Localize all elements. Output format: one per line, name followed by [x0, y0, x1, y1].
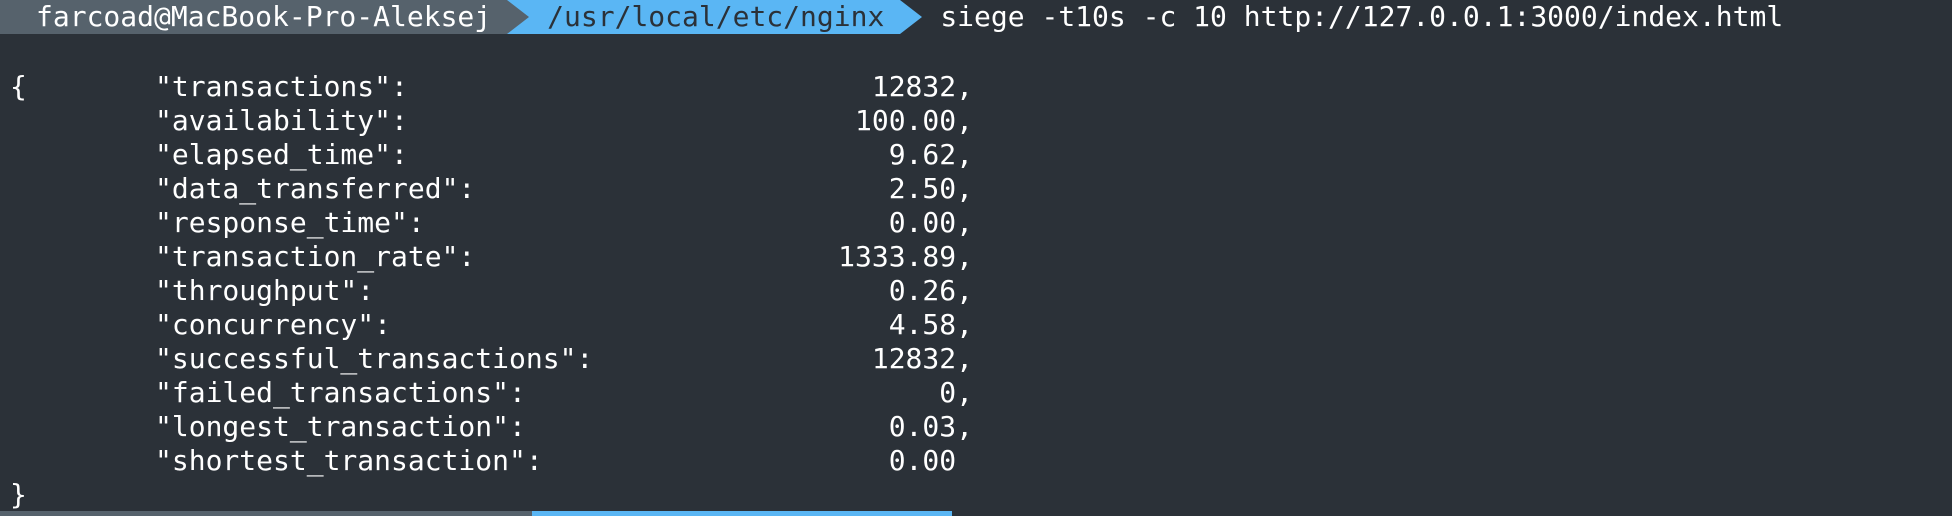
prompt-separator-arrow-icon — [507, 0, 530, 34]
next-prompt-path-segment — [532, 511, 952, 516]
output-key: "shortest_transaction": — [155, 444, 543, 477]
output-value: 0, — [939, 376, 973, 409]
output-value: 1333.89, — [838, 240, 973, 273]
output-value: 0.00 — [888, 444, 973, 477]
output-key: "throughput": — [155, 274, 375, 307]
output-key: "concurrency": — [155, 308, 392, 341]
prompt-user-cap — [0, 0, 10, 34]
output-row: "longest_transaction": 0.03, — [155, 410, 973, 444]
output-key: "elapsed_time": — [155, 138, 408, 171]
prompt-path: /usr/local/etc/nginx — [547, 0, 885, 33]
output-row: "elapsed_time": 9.62, — [155, 138, 973, 172]
output-key: "availability": — [155, 104, 408, 137]
output-row: "throughput": 0.26, — [155, 274, 973, 308]
output-row: "concurrency": 4.58, — [155, 308, 973, 342]
output-key: "transactions": — [155, 70, 408, 103]
command-text[interactable]: siege -t10s -c 10 http://127.0.0.1:3000/… — [940, 0, 1783, 34]
output-key: "response_time": — [155, 206, 425, 239]
json-close-brace: } — [10, 478, 27, 511]
output-value: 9.62, — [888, 138, 973, 171]
output-value: 12832, — [871, 342, 973, 375]
output-row: "availability": 100.00, — [155, 104, 973, 138]
json-open-brace: { — [10, 70, 27, 103]
output-row: "failed_transactions": 0, — [155, 376, 973, 410]
prompt-path-arrow-icon — [900, 0, 923, 34]
output-value: 0.26, — [888, 274, 973, 307]
next-prompt-user-segment — [0, 511, 532, 516]
terminal-window[interactable]: farcoad@MacBook-Pro-Aleksej /usr/local/e… — [0, 0, 1952, 516]
prompt-path-segment: /usr/local/etc/nginx — [507, 0, 923, 34]
shell-prompt: farcoad@MacBook-Pro-Aleksej /usr/local/e… — [0, 0, 1783, 34]
output-value: 100.00, — [854, 104, 973, 137]
next-prompt-strip — [0, 511, 952, 516]
output-value: 0.03, — [888, 410, 973, 443]
output-row: "response_time": 0.00, — [155, 206, 973, 240]
output-value: 4.58, — [888, 308, 973, 341]
prompt-user-host: farcoad@MacBook-Pro-Aleksej — [36, 0, 492, 33]
output-key: "longest_transaction": — [155, 410, 526, 443]
output-key: "failed_transactions": — [155, 376, 526, 409]
output-value: 12832, — [871, 70, 973, 103]
output-row: "shortest_transaction": 0.00 — [155, 444, 973, 478]
output-key: "transaction_rate": — [155, 240, 476, 273]
prompt-user-segment: farcoad@MacBook-Pro-Aleksej — [0, 0, 530, 34]
output-key: "data_transferred": — [155, 172, 476, 205]
output-row: "successful_transactions": 12832, — [155, 342, 973, 376]
output-row: "data_transferred": 2.50, — [155, 172, 973, 206]
output-value: 2.50, — [888, 172, 973, 205]
output-key: "successful_transactions": — [155, 342, 594, 375]
output-row: "transaction_rate": 1333.89, — [155, 240, 973, 274]
output-value: 0.00, — [888, 206, 973, 239]
output-row: "transactions": 12832, — [155, 70, 973, 104]
